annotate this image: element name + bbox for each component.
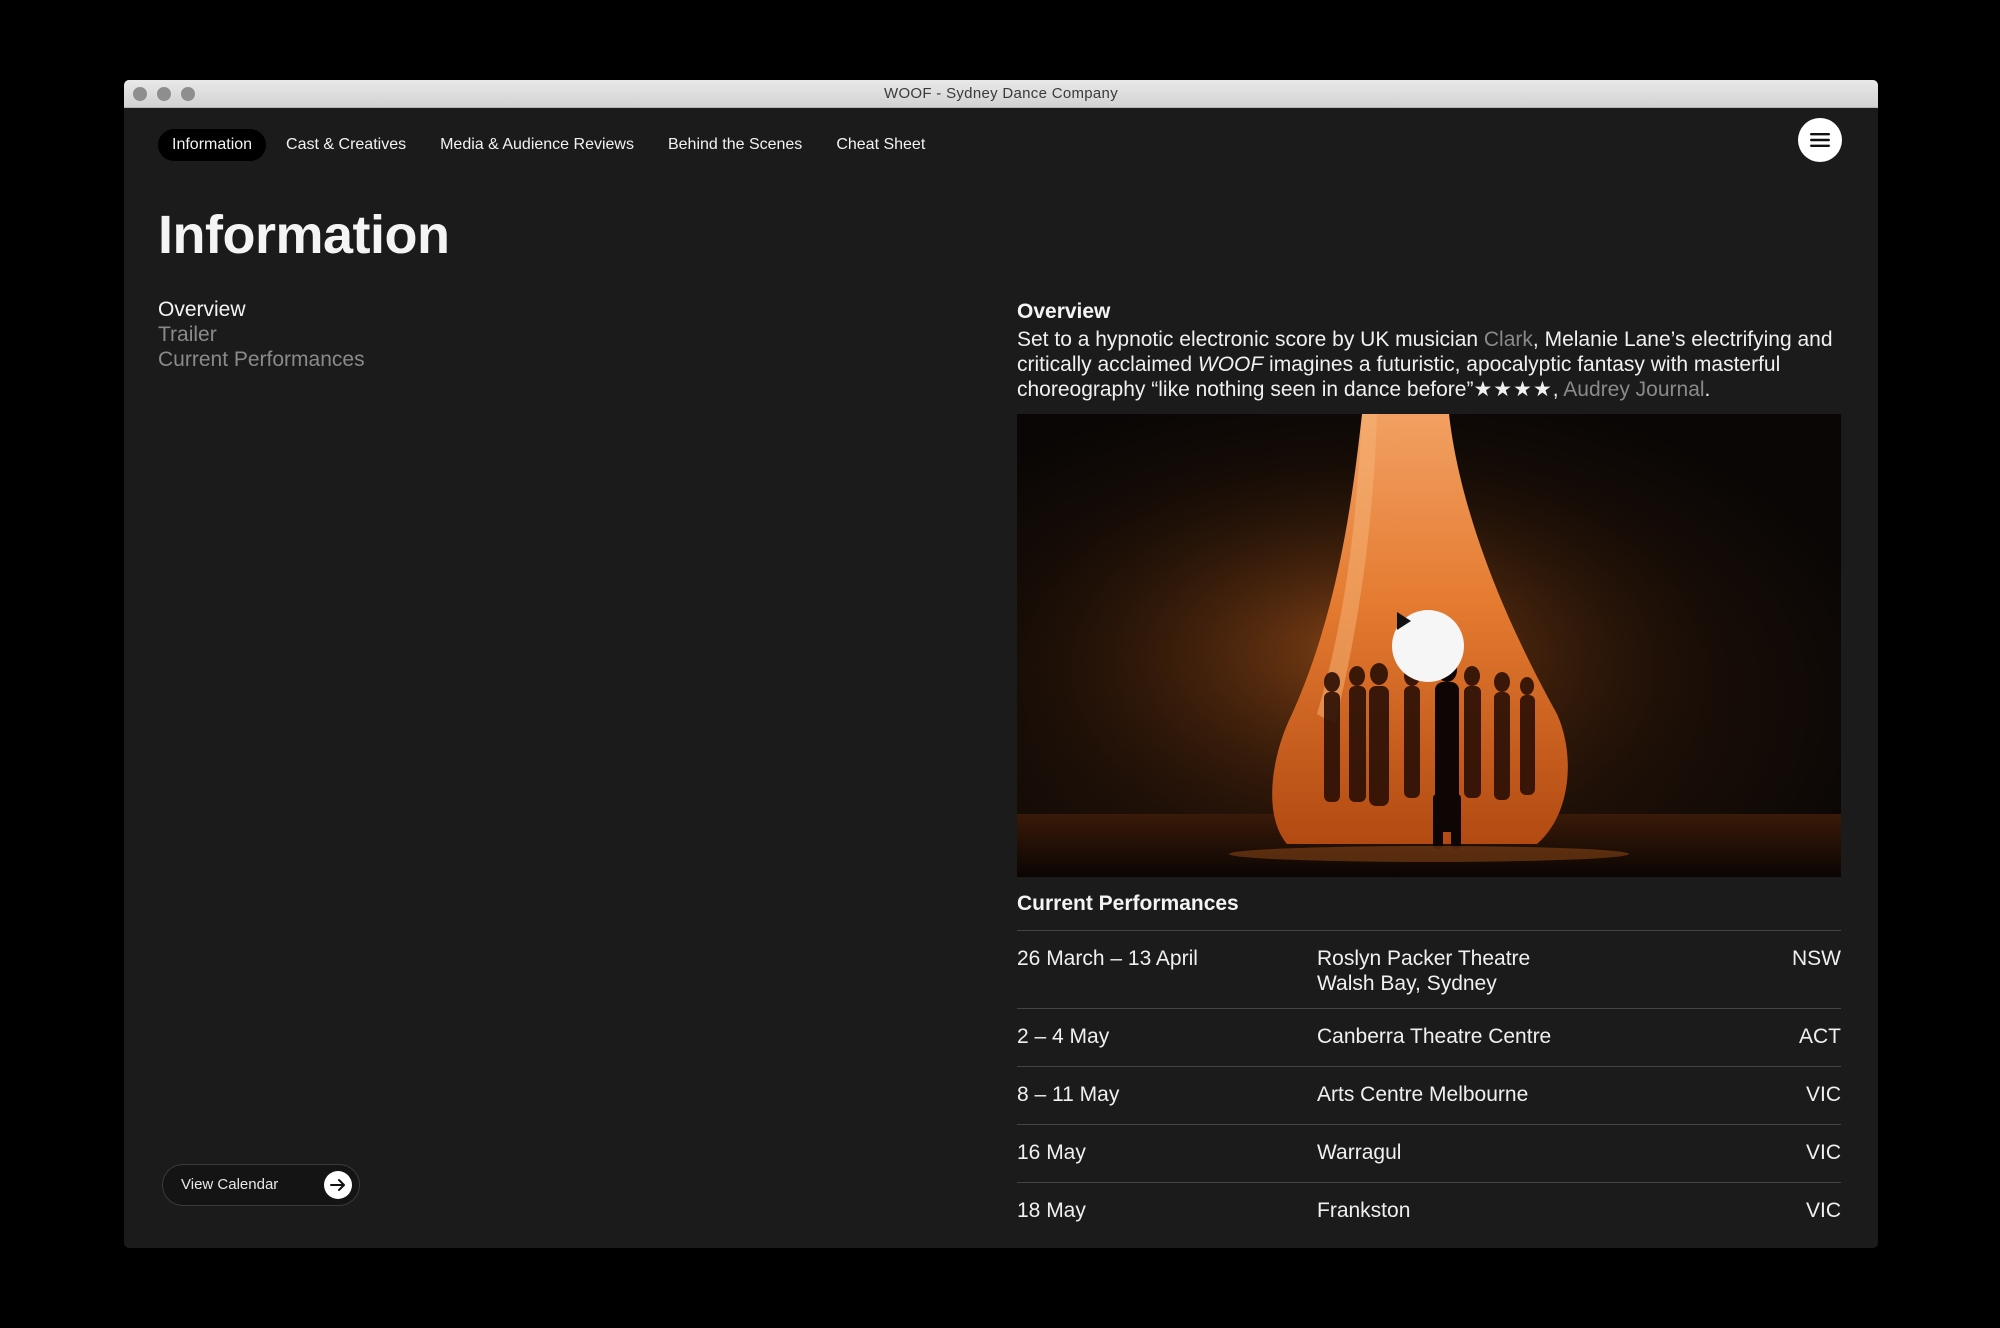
tab-cast-creatives[interactable]: Cast & Creatives: [272, 129, 420, 161]
performance-state: VIC: [1805, 1141, 1841, 1164]
tab-cheat-sheet[interactable]: Cheat Sheet: [822, 129, 939, 161]
performance-state: ACT: [1799, 1025, 1841, 1048]
play-icon: [1397, 612, 1411, 630]
clark-link[interactable]: Clark: [1484, 328, 1533, 351]
main-content: Overview Set to a hypnotic electronic sc…: [1017, 300, 1841, 1240]
overview-text: .: [1704, 378, 1711, 401]
performance-dates: 8 – 11 May: [1017, 1083, 1120, 1106]
title-bar: WOOF - Sydney Dance Company: [124, 80, 1878, 108]
window-title: WOOF - Sydney Dance Company: [883, 85, 1118, 102]
performances-table: 26 March – 13 April Roslyn Packer Theatr…: [1017, 930, 1841, 1240]
table-row[interactable]: 26 March – 13 April Roslyn Packer Theatr…: [1017, 931, 1841, 1009]
top-nav: Information Cast & Creatives Media & Aud…: [158, 129, 945, 161]
table-row[interactable]: 8 – 11 May Arts Centre Melbourne VIC: [1017, 1067, 1841, 1125]
table-row[interactable]: 18 May Frankston VIC: [1017, 1183, 1841, 1240]
subnav-item-current-performances[interactable]: Current Performances: [158, 347, 365, 372]
performance-dates: 26 March – 13 April: [1017, 947, 1198, 970]
overview-text: ,: [1552, 378, 1564, 401]
performances-heading: Current Performances: [1017, 892, 1239, 915]
performance-dates: 18 May: [1017, 1199, 1086, 1222]
venue-name: Roslyn Packer Theatre: [1317, 947, 1531, 970]
table-row[interactable]: 2 – 4 May Canberra Theatre Centre ACT: [1017, 1009, 1841, 1067]
performance-venue: Arts Centre Melbourne: [1317, 1083, 1529, 1106]
section-subnav: Overview Trailer Current Performances: [158, 297, 365, 372]
overview-paragraph: Set to a hypnotic electronic score by UK…: [1017, 327, 1847, 402]
table-row[interactable]: 16 May Warragul VIC: [1017, 1125, 1841, 1183]
tab-behind-the-scenes[interactable]: Behind the Scenes: [654, 129, 816, 161]
performance-venue: Canberra Theatre Centre: [1317, 1025, 1552, 1048]
star-rating: ★★★★: [1473, 378, 1553, 401]
venue-location: Walsh Bay, Sydney: [1317, 972, 1497, 995]
overview-text: Set to a hypnotic electronic score by UK…: [1017, 328, 1484, 351]
audrey-journal-link[interactable]: Audrey Journal: [1563, 378, 1704, 401]
performance-state: NSW: [1792, 947, 1841, 970]
subnav-item-overview[interactable]: Overview: [158, 297, 365, 322]
performance-dates: 16 May: [1017, 1141, 1086, 1164]
view-calendar-label: View Calendar: [181, 1176, 279, 1193]
view-calendar-button[interactable]: View Calendar: [162, 1164, 360, 1206]
arrow-right-icon: [324, 1171, 352, 1199]
performance-venue: Roslyn Packer Theatre Walsh Bay, Sydney: [1317, 946, 1530, 996]
menu-button[interactable]: [1798, 118, 1842, 162]
tab-media-audience-reviews[interactable]: Media & Audience Reviews: [426, 129, 648, 161]
page-title: Information: [158, 205, 450, 265]
browser-window: WOOF - Sydney Dance Company Information …: [124, 80, 1878, 1248]
subnav-item-trailer[interactable]: Trailer: [158, 322, 365, 347]
performance-state: VIC: [1805, 1199, 1841, 1222]
performance-venue: Warragul: [1317, 1141, 1402, 1164]
show-title-italic: WOOF: [1197, 353, 1264, 376]
hamburger-icon: [1810, 133, 1830, 147]
overview-heading: Overview: [1017, 300, 1111, 323]
performance-state: VIC: [1805, 1083, 1841, 1106]
tab-information[interactable]: Information: [158, 129, 267, 161]
performance-dates: 2 – 4 May: [1017, 1025, 1110, 1048]
trailer-video[interactable]: [1017, 414, 1841, 877]
performance-venue: Frankston: [1317, 1199, 1411, 1222]
play-button[interactable]: [1392, 610, 1464, 682]
